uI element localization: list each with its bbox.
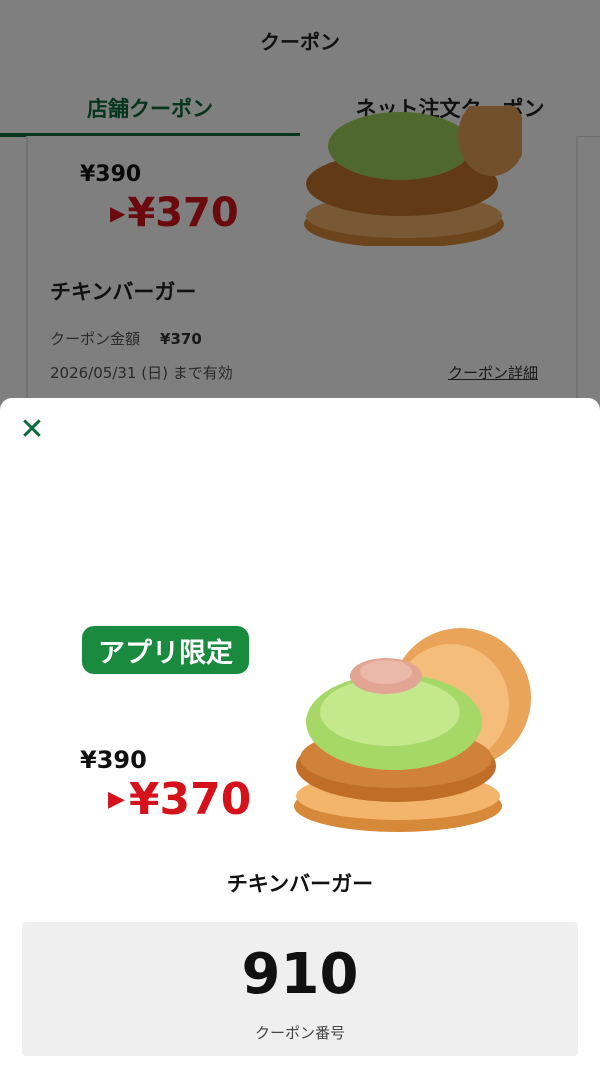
close-icon[interactable]: ✕ [18, 415, 46, 445]
discount-price: ▶ ¥370 [108, 774, 251, 825]
item-name: チキンバーガー [226, 872, 374, 896]
coupon-modal: ✕ アプリ限定 ¥390 ▶ ¥370 チキンバーガー 910 クーポン番号 [0, 398, 600, 1080]
burger-image [294, 628, 531, 832]
coupon-code: 910 [241, 942, 359, 1007]
coupon-code-label: クーポン番号 [254, 1024, 345, 1042]
coupon-code-box: 910 クーポン番号 [22, 922, 578, 1056]
discount-price-value: ¥370 [128, 774, 252, 825]
app-exclusive-badge: アプリ限定 [82, 626, 249, 674]
original-price: ¥390 [80, 746, 147, 774]
arrow-icon: ▶ [108, 787, 125, 812]
coupon-promo-image: アプリ限定 ¥390 ▶ ¥370 [80, 626, 540, 836]
